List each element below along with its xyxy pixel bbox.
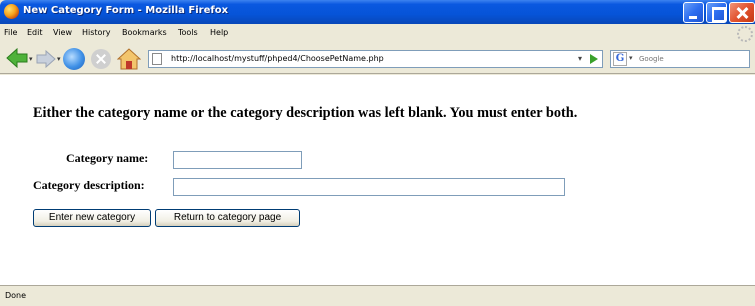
window-title: New Category Form - Mozilla Firefox <box>23 5 229 16</box>
menu-bar: File Edit View History Bookmarks Tools H… <box>0 24 755 44</box>
back-history-dropdown[interactable]: ▾ <box>29 55 33 63</box>
google-engine-icon[interactable]: G <box>613 52 627 66</box>
forward-arrow-icon[interactable] <box>36 50 56 68</box>
page-icon <box>152 53 162 65</box>
menu-help[interactable]: Help <box>210 28 228 37</box>
error-message: Either the category name or the category… <box>33 105 578 121</box>
navigation-toolbar: ▾ ▾ http://localhost/mystuff/phped4/Choo… <box>0 44 755 74</box>
url-dropdown-icon[interactable]: ▾ <box>578 54 582 63</box>
category-description-label: Category description: <box>33 178 145 192</box>
menu-edit[interactable]: Edit <box>27 28 43 37</box>
reload-icon[interactable] <box>63 48 85 70</box>
maximize-button[interactable] <box>706 2 727 23</box>
search-input[interactable] <box>639 52 729 66</box>
close-button[interactable] <box>729 2 755 23</box>
firefox-icon <box>4 4 19 19</box>
menu-bookmarks[interactable]: Bookmarks <box>122 28 167 37</box>
url-bar[interactable]: http://localhost/mystuff/phped4/ChoosePe… <box>148 50 603 68</box>
search-box[interactable]: G ▾ <box>610 50 750 68</box>
return-to-category-page-button[interactable]: Return to category page <box>155 209 300 227</box>
stop-icon[interactable] <box>91 49 111 69</box>
search-engine-dropdown-icon[interactable]: ▾ <box>629 54 633 62</box>
menu-view[interactable]: View <box>53 28 72 37</box>
page-content: Either the category name or the category… <box>0 75 755 285</box>
menu-history[interactable]: History <box>82 28 110 37</box>
menu-tools[interactable]: Tools <box>178 28 198 37</box>
url-text[interactable]: http://localhost/mystuff/phped4/ChoosePe… <box>171 54 384 63</box>
category-name-label: Category name: <box>66 151 149 165</box>
browser-window: New Category Form - Mozilla Firefox File… <box>0 0 755 306</box>
enter-new-category-button[interactable]: Enter new category <box>33 209 151 227</box>
minimize-button[interactable] <box>683 2 704 23</box>
status-bar: Done <box>0 285 755 306</box>
go-arrow-icon[interactable] <box>590 54 598 64</box>
status-text: Done <box>5 291 27 300</box>
category-description-input[interactable] <box>173 178 565 196</box>
back-arrow-icon[interactable] <box>6 48 28 68</box>
home-icon[interactable] <box>117 48 141 70</box>
title-bar: New Category Form - Mozilla Firefox <box>0 0 755 24</box>
window-controls <box>683 2 755 23</box>
category-name-input[interactable] <box>173 151 302 169</box>
forward-history-dropdown[interactable]: ▾ <box>57 55 61 63</box>
menu-file[interactable]: File <box>4 28 17 37</box>
throbber-icon <box>737 26 753 42</box>
